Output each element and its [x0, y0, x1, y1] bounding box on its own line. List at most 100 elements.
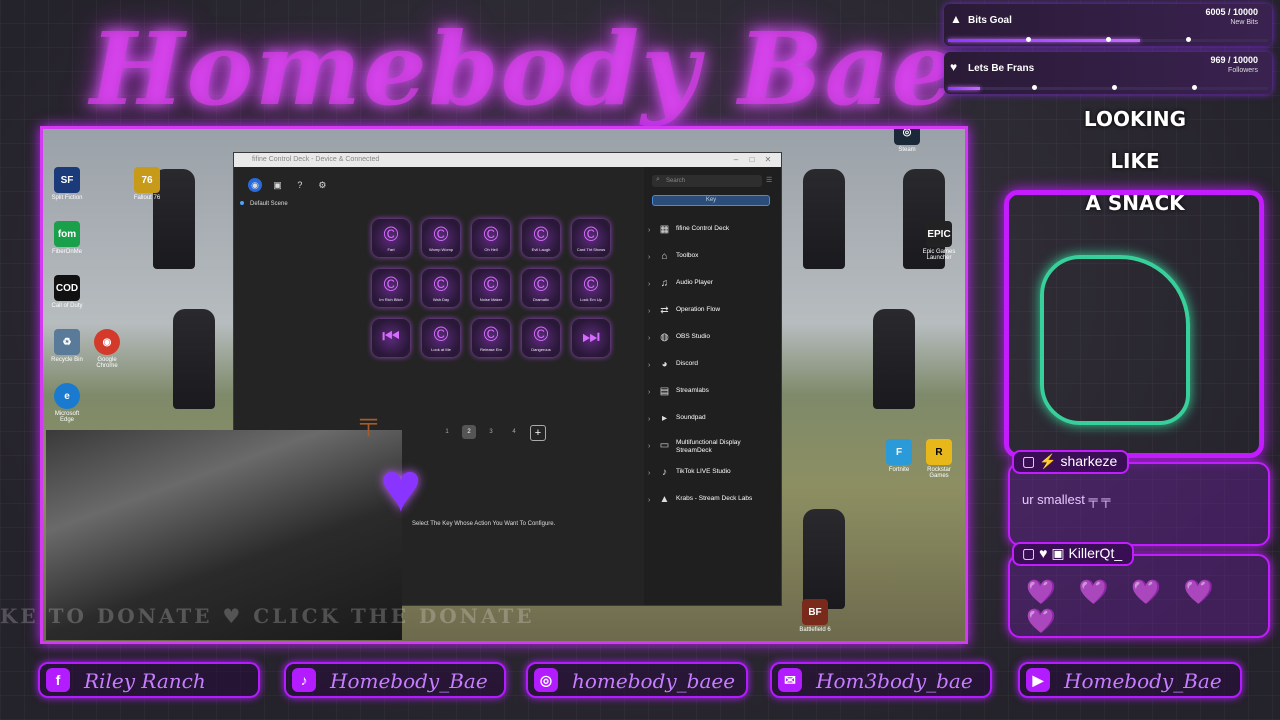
speaker-icon: ♫: [660, 278, 669, 289]
chat-username: ▢ ♥ ▣ KillerQt_: [1012, 542, 1135, 566]
deck-key[interactable]: © Oh Hell: [472, 219, 510, 257]
heart-hands-icon: ♥: [950, 60, 958, 74]
chat-message: ▢ ⚡ sharkeze ur smallest ╤ ╤: [1008, 450, 1270, 546]
gun-sticker-icon: ╤: [360, 408, 378, 435]
desktop-icon-battlefield[interactable]: BF Battlefield 6: [795, 599, 835, 633]
goal-tick: [1186, 37, 1191, 42]
youtube-icon: ▶: [1026, 668, 1050, 692]
close-button[interactable]: ✕: [761, 153, 775, 167]
minimize-button[interactable]: –: [729, 153, 743, 167]
device-icon[interactable]: ◉: [248, 178, 262, 192]
deck-key[interactable]: © Look at Me: [422, 319, 460, 357]
desktop-icon-rockstar[interactable]: R Rockstar Games: [919, 439, 959, 479]
chat-text: ur smallest ╤ ╤: [1022, 492, 1111, 507]
chat-hearts: 💜 💜 💜 💜 💜: [1026, 579, 1222, 635]
deck-key[interactable]: © Dangerous: [522, 319, 560, 357]
goal-tick: [1026, 37, 1031, 42]
chat-username: ▢ ⚡ sharkeze: [1012, 450, 1130, 474]
deck-key[interactable]: © Evil Laugh: [522, 219, 560, 257]
deck-key[interactable]: © Fart: [372, 219, 410, 257]
goal-tick: [1112, 85, 1117, 90]
plugin-streamlabs[interactable]: › ▤ Streamlabs: [644, 379, 781, 406]
chat-message: ▢ ♥ ▣ KillerQt_ 💜 💜 💜 💜 💜: [1008, 542, 1270, 638]
plugin-tiktok-live-studio[interactable]: › ♪ TikTok LIVE Studio: [644, 460, 781, 487]
deck-key[interactable]: © Dramatic: [522, 269, 560, 307]
toolbox-icon: ⌂: [661, 251, 668, 262]
social-discord[interactable]: ✉ Hom3body_bae: [770, 662, 992, 698]
social-instagram[interactable]: ◎ homebody_baee: [526, 662, 748, 698]
display-icon: ▭: [659, 440, 670, 451]
page-4-button[interactable]: 4: [507, 425, 521, 439]
search-icon: ⌕: [656, 176, 660, 183]
help-icon[interactable]: ?: [293, 178, 307, 192]
store-icon[interactable]: ▣: [270, 178, 284, 192]
add-page-button[interactable]: +: [530, 425, 546, 441]
key-tab[interactable]: Key: [652, 195, 770, 206]
chat-bubble-icon: ✉: [778, 668, 802, 692]
facebook-icon: f: [46, 668, 70, 692]
followers-goal-sub: Followers: [1228, 67, 1258, 74]
next-page-key[interactable]: ⏭: [572, 319, 610, 357]
deck-key[interactable]: © Im Rich Bitch: [372, 269, 410, 307]
social-facebook[interactable]: f Riley Ranch: [38, 662, 260, 698]
deck-key[interactable]: © Wah Day: [422, 269, 460, 307]
deck-key[interactable]: © Release Em: [472, 319, 510, 357]
plugin-soundpad[interactable]: › ▸ Soundpad: [644, 406, 781, 433]
plugin-audio-player[interactable]: › ♫ Audio Player: [644, 271, 781, 298]
plugin-krabs[interactable]: › ▲ Krabs - Stream Deck Labs: [644, 487, 781, 514]
settings-icon[interactable]: ⚙: [315, 178, 329, 192]
deck-key[interactable]: © Card Tht Shows: [572, 219, 610, 257]
deck-key[interactable]: © Lock Em Up: [572, 269, 610, 307]
desktop-icon-fallout76[interactable]: 76 Fallout 76: [127, 167, 167, 201]
window-titlebar: fifine Control Deck - Device & Connected…: [234, 153, 781, 167]
plugin-obs-studio[interactable]: › ◍ OBS Studio: [644, 325, 781, 352]
search-input[interactable]: Search: [652, 175, 762, 187]
tiktok-icon: ♪: [662, 467, 667, 478]
desktop-icon-epic-games[interactable]: EPIC Epic Games Launcher: [919, 221, 959, 261]
wallpaper-figure: [803, 509, 845, 609]
window-title: fifine Control Deck - Device & Connected: [252, 156, 380, 163]
tagline-line-1: LOOKING LIKE: [1083, 107, 1187, 173]
desktop-icon-steam[interactable]: ◎ Steam: [887, 129, 927, 153]
page-2-button[interactable]: 2: [462, 425, 476, 439]
desktop-icon-edge[interactable]: e Microsoft Edge: [47, 383, 87, 423]
skip-forward-icon: ⏭: [582, 326, 600, 348]
followers-goal-value: 969 / 10000: [1210, 55, 1258, 65]
followers-goal-widget: ♥ Lets Be Frans 969 / 10000 Followers: [944, 52, 1272, 94]
goal-tick: [1192, 85, 1197, 90]
page-1-button[interactable]: 1: [440, 425, 454, 439]
social-youtube[interactable]: ▶ Homebody_Bae: [1018, 662, 1242, 698]
desktop-icon-fiberonme[interactable]: fom FiberOnMe: [47, 221, 87, 255]
plugin-multifunctional-display[interactable]: › ▭ Multifunctional Display StreamDeck: [644, 433, 781, 460]
skip-back-icon: ⏮: [382, 326, 400, 348]
followers-goal-label: Lets Be Frans: [968, 63, 1035, 74]
social-tiktok[interactable]: ♪ Homebody_Bae: [284, 662, 506, 698]
bits-goal-label: Bits Goal: [968, 15, 1012, 26]
goal-tick: [1032, 85, 1037, 90]
desktop-icon-chrome[interactable]: ◉ Google Chrome: [87, 329, 127, 369]
streamlabs-icon: ▤: [659, 386, 670, 397]
page-3-button[interactable]: 3: [484, 425, 498, 439]
gun-emote-icon: ╤ ╤: [1088, 492, 1111, 507]
desktop-icon-call-of-duty[interactable]: COD Call of Duty: [47, 275, 87, 309]
maximize-button[interactable]: □: [745, 153, 759, 167]
bits-goal-fill: [948, 39, 1140, 42]
followers-goal-track: [948, 85, 1268, 90]
desktop-icon-fortnite[interactable]: F Fortnite: [879, 439, 919, 473]
deck-key[interactable]: © Noise Maker: [472, 269, 510, 307]
plugin-discord[interactable]: › ◕ Discord: [644, 352, 781, 379]
plugin-fifine-control-deck[interactable]: › ▦ fifine Control Deck: [644, 217, 781, 244]
scene-item[interactable]: Default Scene: [240, 201, 288, 207]
deck-key[interactable]: © Womp Womp: [422, 219, 460, 257]
grid-icon: ▦: [659, 224, 670, 235]
list-icon[interactable]: ☰: [766, 176, 772, 184]
plugin-operation-flow[interactable]: › ⇄ Operation Flow: [644, 298, 781, 325]
desktop-icon-split-fiction[interactable]: SF Split Fiction: [47, 167, 87, 201]
desktop-icon-recycle-bin[interactable]: ♻ Recycle Bin: [47, 329, 87, 363]
obs-icon: ◍: [660, 332, 669, 343]
neon-fist-graphic: [1040, 255, 1190, 425]
play-icon: ▸: [661, 413, 668, 424]
toolbar: ◉ ▣ ? ⚙: [248, 175, 333, 193]
previous-page-key[interactable]: ⏮: [372, 319, 410, 357]
plugin-toolbox[interactable]: › ⌂ Toolbox: [644, 244, 781, 271]
